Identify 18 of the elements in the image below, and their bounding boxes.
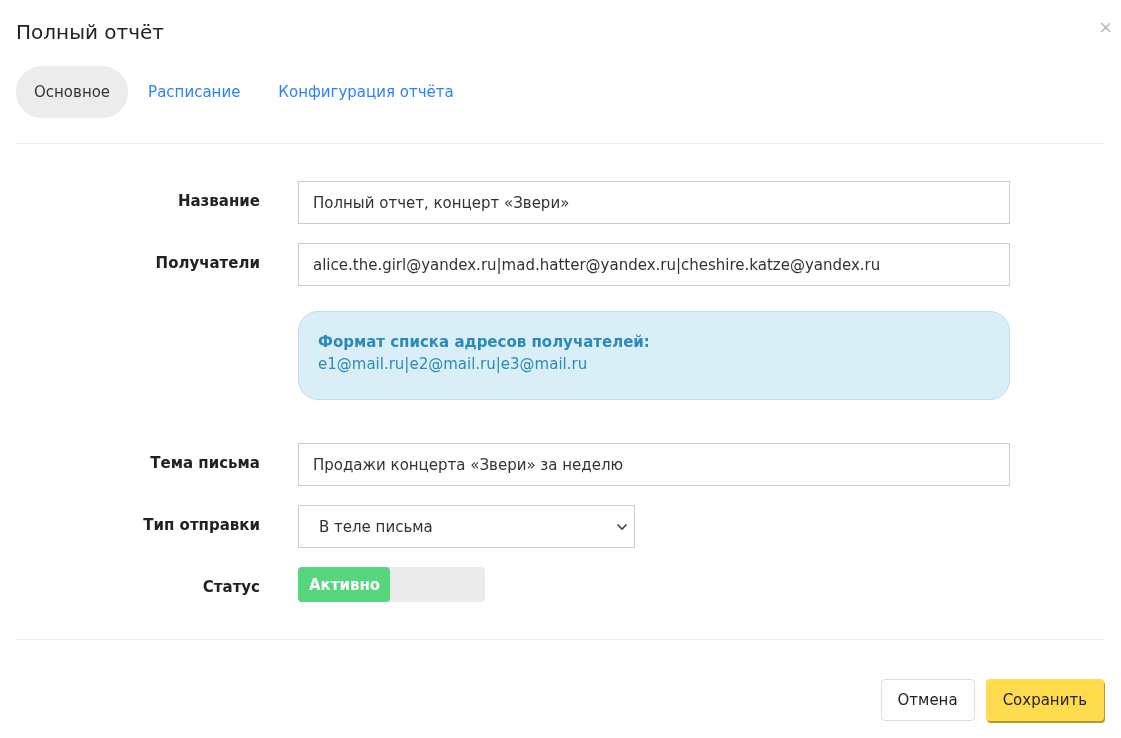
field-label: Название (177, 191, 260, 210)
text-field[interactable]: Продажи концерта «Звери» за неделю (298, 443, 1010, 486)
field-label: Тип отправки (143, 515, 260, 534)
text-field[interactable]: Полный отчет, концерт «Звери» (298, 181, 1010, 224)
tab[interactable]: Конфигурация отчёта (260, 66, 472, 118)
save-button[interactable]: Сохранить (985, 679, 1104, 721)
tab[interactable]: Основное (16, 66, 129, 118)
text-field[interactable]: alice.the.girl@yandex.ru|mad.hatter@yandex.ru|cheshire.katze@yandex.ru (298, 243, 1010, 286)
dialog-title: Полный отчёт (16, 19, 164, 46)
field-label: Статус (202, 577, 260, 596)
hint-title: Формат списка адресов получателей: (318, 332, 651, 353)
hint-text: e1@mail.ru|e2@mail.ru|e3@mail.ru (318, 355, 588, 373)
tab[interactable]: Расписание (130, 66, 259, 118)
field-label: Получатели (155, 253, 260, 272)
field-label: Тема письма (150, 453, 260, 472)
cancel-button[interactable]: Отмена (880, 679, 975, 721)
chevron-down-icon (616, 522, 628, 531)
dropdown[interactable]: В теле письма (298, 505, 635, 548)
